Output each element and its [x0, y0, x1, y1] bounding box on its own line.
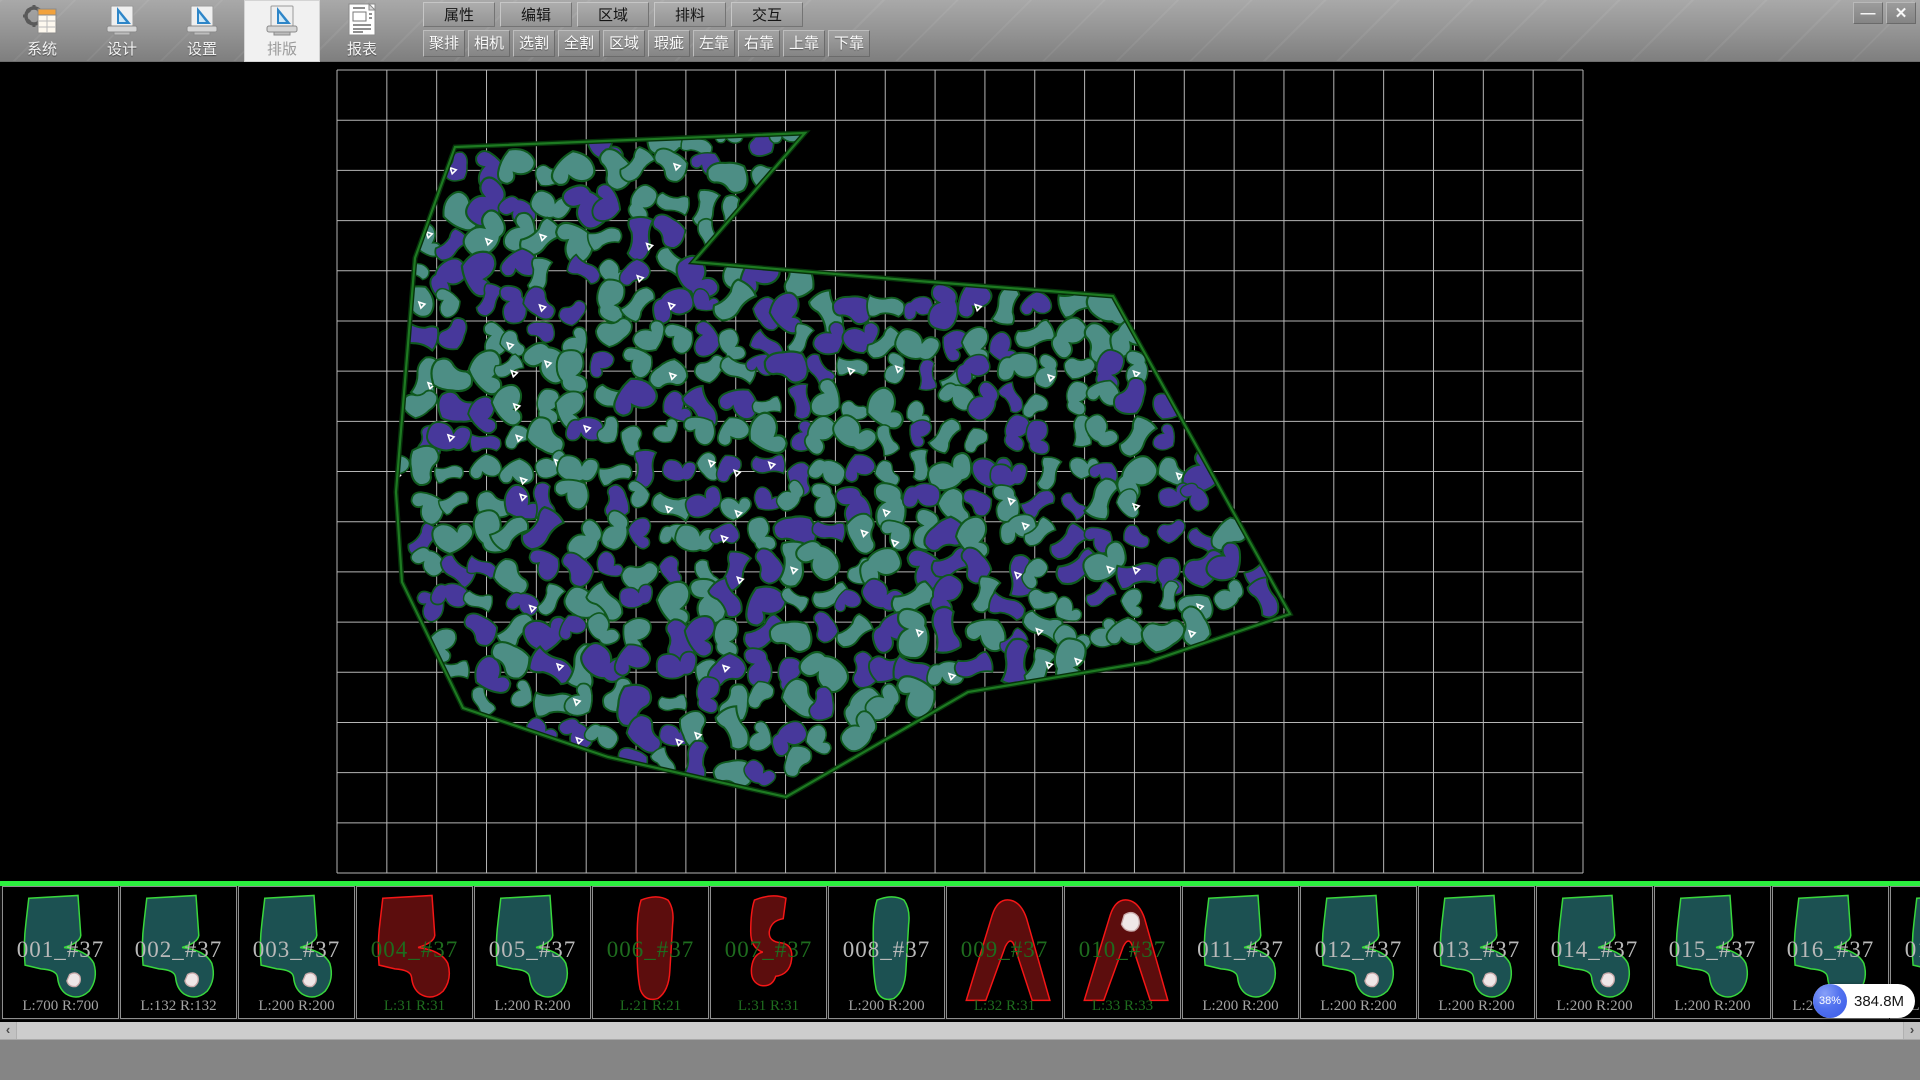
part-lr-count-label: L:31 R:31 — [357, 998, 472, 1015]
memory-usage-label: 384.8M — [1854, 993, 1904, 1010]
part-lr-count-label: L:132 R:132 — [121, 998, 236, 1015]
action-button-10[interactable]: 下靠 — [828, 30, 870, 57]
part-id-label: 016_#37 — [1773, 937, 1888, 963]
module-label: 系统 — [4, 38, 80, 59]
action-button-4[interactable]: 全割 — [558, 30, 600, 57]
part-id-label: 012_#37 — [1301, 937, 1416, 963]
part-id-label: 014_#37 — [1537, 937, 1652, 963]
part-id-label: 015_#37 — [1655, 937, 1770, 963]
part-id-label: 009_#37 — [947, 937, 1062, 963]
part-id-label: 006_#37 — [593, 937, 708, 963]
part-thumbnail-11[interactable]: 011_#37 L:200 R:200 — [1182, 886, 1299, 1019]
part-id-label: 003_#37 — [239, 937, 354, 963]
action-button-8[interactable]: 右靠 — [738, 30, 780, 57]
minimize-button[interactable]: — — [1853, 2, 1883, 24]
module-button-1[interactable]: 系统 — [4, 0, 80, 62]
part-id-label: 011_#37 — [1183, 937, 1298, 963]
part-lr-count-label: L:200 R:200 — [239, 998, 354, 1015]
scroll-right-arrow-icon[interactable]: › — [1903, 1022, 1920, 1039]
part-lr-count-label: L:700 R:700 — [3, 998, 118, 1015]
part-id-label: 013_#37 — [1419, 937, 1534, 963]
part-thumbnail-7[interactable]: 007_#37 L:31 R:31 — [710, 886, 827, 1019]
top-toolbar: 系统设计设置排版报表 属性编辑区域排料交互 聚排相机选割全割区域瑕疵左靠右靠上靠… — [0, 0, 1920, 62]
part-lr-count-label: L:21 R:21 — [593, 998, 708, 1015]
action-button-1[interactable]: 聚排 — [423, 30, 465, 57]
part-lr-count-label: L:200 R:200 — [1419, 998, 1534, 1015]
part-lr-count-label: L:31 R:31 — [711, 998, 826, 1015]
nesting-canvas — [0, 62, 1920, 881]
part-thumbnail-8[interactable]: 008_#37 L:200 R:200 — [828, 886, 945, 1019]
action-button-6[interactable]: 瑕疵 — [648, 30, 690, 57]
part-id-label: 008_#37 — [829, 937, 944, 963]
action-button-7[interactable]: 左靠 — [693, 30, 735, 57]
part-thumbnail-6[interactable]: 006_#37 L:21 R:21 — [592, 886, 709, 1019]
menu-tab-2[interactable]: 编辑 — [500, 2, 572, 27]
scroll-left-arrow-icon[interactable]: ‹ — [0, 1022, 17, 1039]
part-id-label: 007_#37 — [711, 937, 826, 963]
module-button-3[interactable]: 设置 — [164, 0, 240, 62]
module-button-4[interactable]: 排版 — [244, 0, 320, 62]
part-lr-count-label: L:200 R:200 — [1301, 998, 1416, 1015]
menu-tab-3[interactable]: 区域 — [577, 2, 649, 27]
part-thumbnail-14[interactable]: 014_#37 L:200 R:200 — [1536, 886, 1653, 1019]
part-thumbnail-13[interactable]: 013_#37 L:200 R:200 — [1418, 886, 1535, 1019]
part-thumbnail-2[interactable]: 002_#37 L:132 R:132 — [120, 886, 237, 1019]
module-label: 设计 — [84, 38, 160, 59]
action-button-5[interactable]: 区域 — [603, 30, 645, 57]
part-id-label: 017_#37 — [1891, 937, 1920, 963]
part-id-label: 010_#37 — [1065, 937, 1180, 963]
part-id-label: 005_#37 — [475, 937, 590, 963]
menu-tab-4[interactable]: 排料 — [654, 2, 726, 27]
part-thumbnail-5[interactable]: 005_#37 L:200 R:200 — [474, 886, 591, 1019]
menu-tab-1[interactable]: 属性 — [423, 2, 495, 27]
part-id-label: 004_#37 — [357, 937, 472, 963]
part-lr-count-label: L:32 R:31 — [947, 998, 1062, 1015]
module-label: 设置 — [164, 38, 240, 59]
nesting-canvas-viewport[interactable] — [0, 62, 1920, 881]
part-thumbnail-15[interactable]: 015_#37 L:200 R:200 — [1654, 886, 1771, 1019]
part-thumbnail-strip: 001_#37L:700 R:700002_#37L:132 R:132003_… — [0, 881, 1920, 1020]
part-lr-count-label: L:33 R:33 — [1065, 998, 1180, 1015]
progress-badge: 38% 384.8M — [1813, 984, 1915, 1018]
part-thumbnail-10[interactable]: 010_#37 L:33 R:33 — [1064, 886, 1181, 1019]
part-thumbnail-3[interactable]: 003_#37 L:200 R:200 — [238, 886, 355, 1019]
status-bar — [0, 1039, 1920, 1080]
part-lr-count-label: L:200 R:200 — [829, 998, 944, 1015]
close-button[interactable]: ✕ — [1886, 2, 1916, 24]
part-id-label: 002_#37 — [121, 937, 236, 963]
part-thumbnail-12[interactable]: 012_#37 L:200 R:200 — [1300, 886, 1417, 1019]
action-button-2[interactable]: 相机 — [468, 30, 510, 57]
module-label: 排版 — [244, 38, 320, 59]
part-thumbnail-9[interactable]: 009_#37 L:32 R:31 — [946, 886, 1063, 1019]
module-button-2[interactable]: 设计 — [84, 0, 160, 62]
part-lr-count-label: L:200 R:200 — [1183, 998, 1298, 1015]
part-lr-count-label: L:200 R:200 — [1537, 998, 1652, 1015]
horizontal-scrollbar[interactable]: ‹ › — [0, 1022, 1920, 1039]
part-lr-count-label: L:200 R:200 — [1655, 998, 1770, 1015]
progress-percent-badge: 38% — [1813, 984, 1847, 1018]
module-button-5[interactable]: 报表 — [324, 0, 400, 62]
part-lr-count-label: L:200 R:200 — [475, 998, 590, 1015]
part-thumbnail-4[interactable]: 004_#37 L:31 R:31 — [356, 886, 473, 1019]
module-label: 报表 — [324, 38, 400, 59]
part-thumbnail-1[interactable]: 001_#37 L:700 R:700 — [2, 886, 119, 1019]
action-button-9[interactable]: 上靠 — [783, 30, 825, 57]
menu-tab-5[interactable]: 交互 — [731, 2, 803, 27]
action-button-3[interactable]: 选割 — [513, 30, 555, 57]
part-id-label: 001_#37 — [3, 937, 118, 963]
